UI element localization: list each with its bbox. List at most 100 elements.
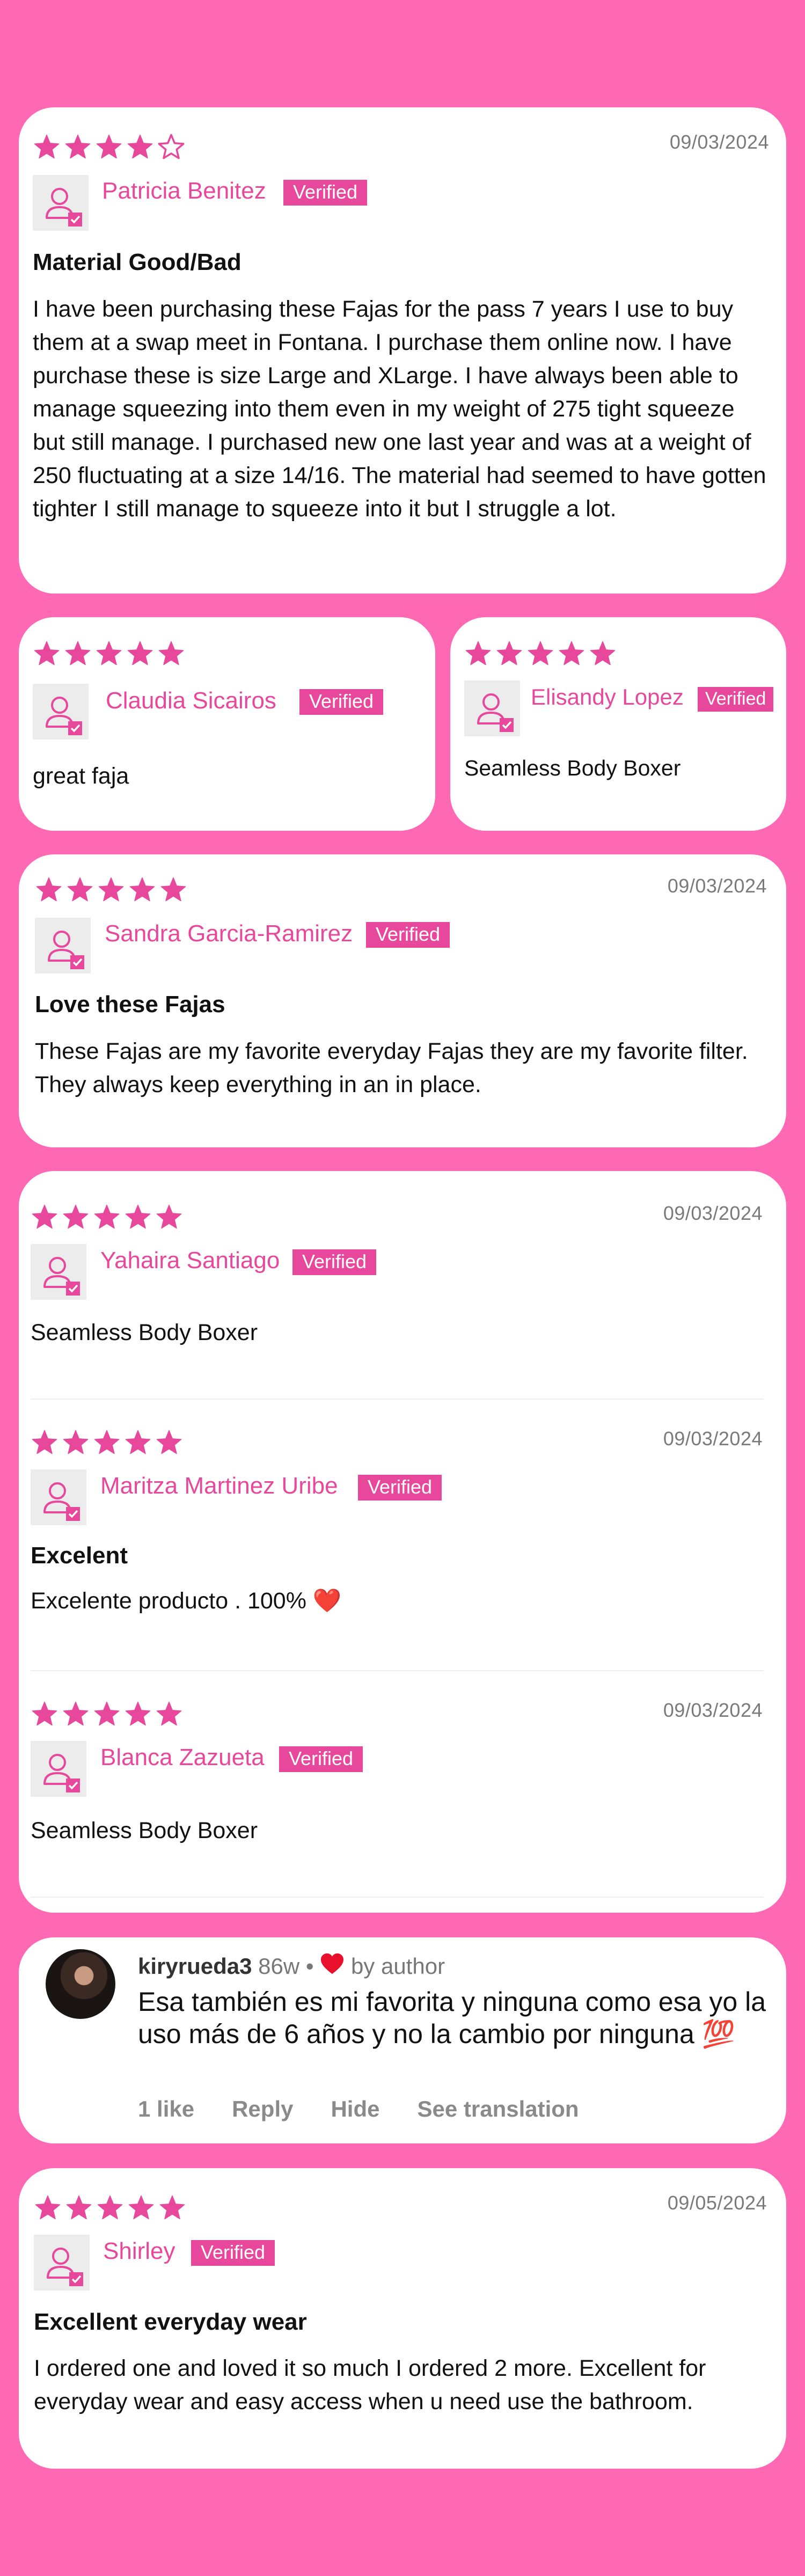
- review-date: 09/03/2024: [669, 131, 769, 153]
- reviewer-name[interactable]: Maritza Martinez Uribe: [100, 1473, 338, 1499]
- reviewer-avatar-icon: [31, 1469, 86, 1525]
- reviewer-avatar-icon: [31, 1741, 86, 1797]
- review-body: Excelente producto . 100% ❤️: [31, 1588, 342, 1614]
- star-filled-icon: [66, 2195, 92, 2220]
- star-filled-icon: [36, 877, 62, 902]
- star-rating: [34, 2194, 186, 2221]
- reviewer-name[interactable]: Blanca Zazueta: [100, 1744, 265, 1771]
- star-filled-icon: [32, 1430, 57, 1454]
- verified-badge: Verified: [279, 1746, 363, 1772]
- review-date: 09/03/2024: [667, 875, 767, 897]
- star-rating: [464, 640, 617, 667]
- reviewer-name[interactable]: Sandra Garcia-Ramirez: [105, 920, 353, 947]
- star-rating: [35, 876, 187, 903]
- reviewer-avatar-icon: [34, 2235, 90, 2290]
- review-date: 09/03/2024: [663, 1699, 763, 1721]
- star-filled-icon: [34, 641, 60, 665]
- star-filled-icon: [127, 134, 153, 159]
- reviewer-avatar-icon: [33, 175, 89, 231]
- star-filled-icon: [125, 1204, 151, 1229]
- star-filled-icon: [156, 1430, 182, 1454]
- review-date: 09/03/2024: [663, 1202, 763, 1224]
- star-filled-icon: [35, 2195, 61, 2220]
- reviewer-avatar-icon: [31, 1244, 86, 1300]
- review-card: Elisandy Lopez Verified Seamless Body Bo…: [450, 617, 786, 831]
- star-filled-icon: [98, 877, 124, 902]
- star-filled-icon: [94, 1701, 120, 1726]
- star-filled-icon: [97, 2195, 123, 2220]
- star-filled-icon: [96, 134, 122, 159]
- star-filled-icon: [159, 2195, 185, 2220]
- star-filled-icon: [158, 641, 184, 665]
- star-filled-icon: [129, 877, 155, 902]
- review-card: 09/03/2024 Sandra Garcia-Ramirez Verifie…: [19, 854, 786, 1147]
- review-title: Excellent everyday wear: [34, 2309, 307, 2335]
- star-rating: [33, 640, 185, 667]
- star-filled-icon: [127, 641, 153, 665]
- see-translation-button[interactable]: See translation: [417, 2096, 579, 2122]
- star-filled-icon: [156, 1701, 182, 1726]
- review-divider: [31, 1897, 764, 1898]
- comment-age: 86w: [258, 1953, 300, 1979]
- star-filled-icon: [63, 1430, 89, 1454]
- review-body: Seamless Body Boxer: [464, 756, 681, 780]
- reviewer-avatar-icon: [33, 684, 89, 740]
- verified-badge: Verified: [292, 1249, 377, 1275]
- star-filled-icon: [32, 1204, 57, 1229]
- review-body: Seamless Body Boxer: [31, 1818, 258, 1843]
- comment-card: kiryrueda3 86w • by author Esa también e…: [19, 1937, 786, 2143]
- heart-icon: [320, 1952, 345, 1980]
- star-empty-icon: [158, 134, 185, 159]
- hide-button[interactable]: Hide: [331, 2096, 379, 2122]
- star-rating: [33, 133, 185, 160]
- star-filled-icon: [528, 641, 553, 665]
- verified-badge: Verified: [358, 1475, 442, 1501]
- review-body: I ordered one and loved it so much I ord…: [34, 2355, 706, 2414]
- star-filled-icon: [160, 877, 186, 902]
- review-title: Excelent: [31, 1542, 128, 1569]
- commenter-avatar[interactable]: [46, 1949, 115, 2019]
- verified-badge: Verified: [191, 2240, 275, 2266]
- reviewer-name[interactable]: Elisandy Lopez: [531, 684, 684, 710]
- review-title: Love these Fajas: [35, 991, 225, 1018]
- star-filled-icon: [63, 1204, 89, 1229]
- star-filled-icon: [32, 1701, 57, 1726]
- star-filled-icon: [125, 1430, 151, 1454]
- star-filled-icon: [559, 641, 584, 665]
- like-count[interactable]: 1 like: [138, 2096, 194, 2122]
- star-filled-icon: [590, 641, 616, 665]
- star-filled-icon: [65, 641, 91, 665]
- star-filled-icon: [34, 134, 60, 159]
- comment-actions: 1 like Reply Hide See translation: [138, 2096, 579, 2122]
- reviewer-name[interactable]: Yahaira Santiago: [100, 1247, 280, 1274]
- reply-button[interactable]: Reply: [232, 2096, 293, 2122]
- reviewer-name[interactable]: Claudia Sicairos: [106, 687, 276, 714]
- verified-badge: Verified: [366, 922, 450, 948]
- review-date: 09/05/2024: [667, 2192, 767, 2214]
- verified-badge: Verified: [698, 687, 774, 712]
- verified-badge: Verified: [299, 689, 384, 715]
- star-rating: [31, 1203, 183, 1230]
- review-title: Material Good/Bad: [33, 249, 241, 275]
- star-rating: [31, 1429, 183, 1455]
- review-body: Seamless Body Boxer: [31, 1320, 258, 1345]
- star-filled-icon: [465, 641, 491, 665]
- star-filled-icon: [156, 1204, 182, 1229]
- star-filled-icon: [125, 1701, 151, 1726]
- reviewer-name[interactable]: Shirley: [103, 2238, 175, 2265]
- review-body: great faja: [33, 763, 129, 789]
- verified-badge: Verified: [283, 180, 368, 206]
- star-filled-icon: [128, 2195, 154, 2220]
- star-filled-icon: [65, 134, 91, 159]
- review-body: These Fajas are my favorite everyday Faj…: [35, 1038, 748, 1097]
- reviewer-name[interactable]: Patricia Benitez: [102, 178, 266, 204]
- star-filled-icon: [94, 1430, 120, 1454]
- star-filled-icon: [63, 1701, 89, 1726]
- reviewer-avatar-icon: [35, 918, 91, 974]
- review-card: Claudia Sicairos Verified great faja: [19, 617, 435, 831]
- comment-username[interactable]: kiryrueda3: [138, 1953, 252, 1979]
- star-rating: [31, 1700, 183, 1727]
- review-date: 09/03/2024: [663, 1428, 763, 1450]
- review-body: I have been purchasing these Fajas for t…: [33, 296, 766, 522]
- star-filled-icon: [96, 641, 122, 665]
